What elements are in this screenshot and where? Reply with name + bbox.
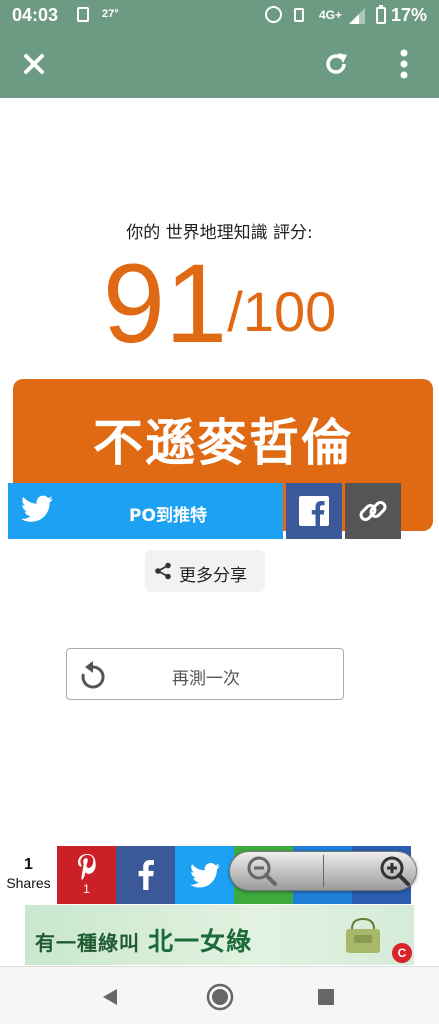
zoom-out-icon bbox=[247, 856, 277, 886]
status-battery-percent: 17% bbox=[391, 5, 428, 25]
twitter-share-button-bottom[interactable] bbox=[175, 846, 234, 904]
status-time: 04:03 bbox=[12, 5, 59, 25]
score-value: 91 bbox=[102, 241, 228, 366]
notification-icon bbox=[77, 7, 89, 22]
alarm-icon bbox=[265, 6, 282, 23]
signal-icon bbox=[349, 8, 365, 24]
copy-link-button[interactable] bbox=[345, 483, 401, 539]
facebook-share-button-bottom[interactable] bbox=[116, 846, 175, 904]
more-menu-button[interactable] bbox=[384, 44, 424, 84]
rank-title: 不遜麥哲倫 bbox=[93, 414, 353, 472]
close-icon bbox=[24, 54, 44, 74]
banner-text-prefix: 有一種綠叫 bbox=[35, 931, 140, 955]
result-label: 你的 世界地理知識 評分: bbox=[126, 223, 313, 243]
banner-text: 有一種綠叫 北一女綠 bbox=[35, 922, 252, 958]
zoom-divider bbox=[323, 855, 324, 887]
back-triangle-icon bbox=[103, 989, 117, 1005]
system-nav-bar bbox=[0, 966, 439, 1024]
shares-count-value: 1 bbox=[24, 856, 33, 873]
status-temperature: 27° bbox=[102, 8, 119, 20]
browser-toolbar bbox=[0, 30, 439, 98]
pinterest-count: 1 bbox=[83, 882, 90, 896]
banner-text-brand: 北一女綠 bbox=[147, 927, 252, 956]
close-button[interactable] bbox=[14, 44, 54, 84]
more-vert-icon bbox=[400, 49, 408, 79]
nav-home-button[interactable] bbox=[202, 979, 238, 1015]
twitter-icon bbox=[21, 495, 53, 522]
battery-icon bbox=[376, 5, 386, 24]
nav-back-button[interactable] bbox=[92, 979, 128, 1015]
share-twitter-button[interactable]: PO到推特 bbox=[8, 483, 283, 539]
banner-ad[interactable]: 有一種綠叫 北一女綠 C bbox=[25, 905, 414, 965]
zoom-out-button[interactable] bbox=[232, 852, 292, 890]
bag-illustration-icon bbox=[346, 917, 380, 953]
share-twitter-label: PO到推特 bbox=[129, 506, 207, 526]
share-facebook-button[interactable] bbox=[286, 483, 342, 539]
vibrate-icon bbox=[294, 8, 304, 22]
pinterest-icon bbox=[77, 854, 96, 881]
score-display: 91/100 bbox=[0, 248, 439, 360]
reload-button[interactable] bbox=[316, 44, 356, 84]
retry-label: 再測一次 bbox=[172, 669, 240, 689]
zoom-control bbox=[229, 851, 417, 891]
twitter-icon bbox=[189, 862, 220, 887]
more-share-label: 更多分享 bbox=[179, 566, 247, 586]
status-bar: 04:03 27° 4G+ 17% bbox=[0, 0, 439, 30]
zoom-in-button[interactable] bbox=[365, 852, 425, 890]
link-icon bbox=[359, 501, 387, 521]
reload-icon bbox=[326, 53, 347, 74]
more-share-button[interactable]: 更多分享 bbox=[145, 550, 265, 592]
home-circle-icon bbox=[206, 983, 234, 1011]
zoom-in-icon bbox=[380, 856, 410, 886]
shares-counter: 1 Shares bbox=[0, 856, 57, 891]
banner-logo: C bbox=[392, 943, 412, 963]
recent-apps-icon bbox=[318, 989, 334, 1005]
facebook-f-icon bbox=[138, 860, 154, 890]
nav-recent-button[interactable] bbox=[308, 979, 344, 1015]
shares-count-label: Shares bbox=[6, 875, 51, 891]
score-max: /100 bbox=[227, 280, 337, 343]
retry-button[interactable]: 再測一次 bbox=[66, 648, 344, 700]
facebook-icon bbox=[299, 496, 329, 526]
share-icon bbox=[155, 562, 171, 580]
status-network: 4G+ bbox=[319, 8, 343, 22]
pinterest-share-button[interactable]: 1 bbox=[57, 846, 116, 904]
